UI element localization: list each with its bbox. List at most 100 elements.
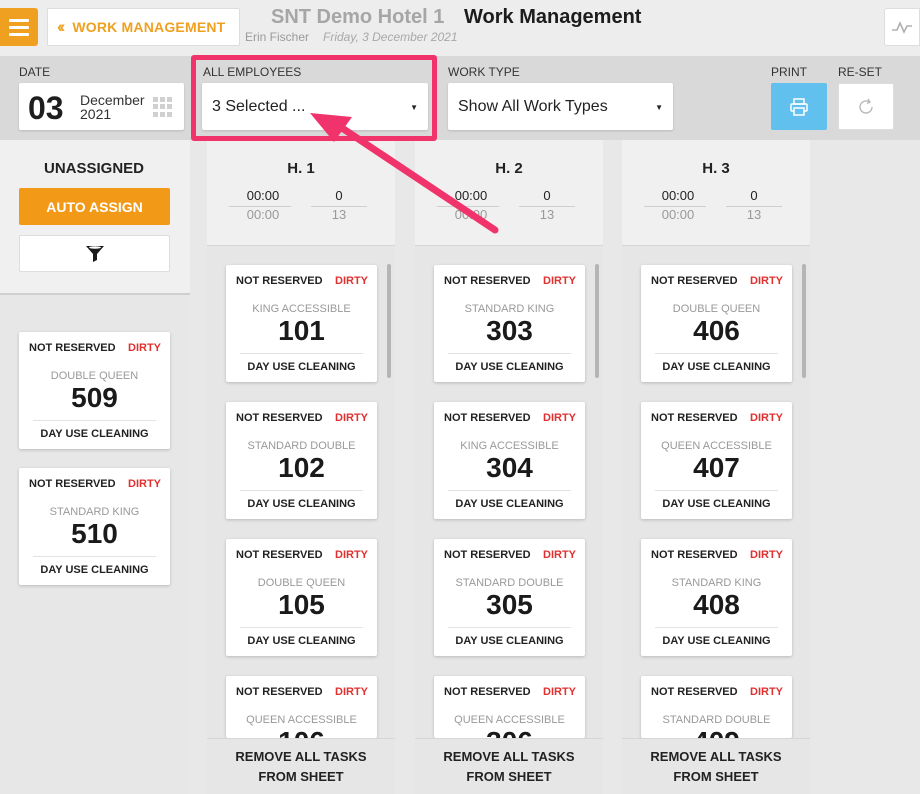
room-status: DIRTY <box>128 478 161 490</box>
task-total: 13 <box>539 207 555 222</box>
task-type: DAY USE CLEANING <box>662 635 771 647</box>
activity-button[interactable] <box>884 8 920 46</box>
task-card[interactable]: NOT RESERVED DIRTY KING ACCESSIBLE 101 D… <box>226 265 377 382</box>
room-number: 101 <box>278 315 325 346</box>
room-type: QUEEN ACCESSIBLE <box>454 714 565 726</box>
filter-funnel-icon <box>85 245 104 262</box>
room-type: STANDARD DOUBLE <box>247 440 356 452</box>
task-card[interactable]: NOT RESERVED DIRTY QUEEN ACCESSIBLE 306 <box>434 676 585 738</box>
remove-all-tasks-button[interactable]: REMOVE ALL TASKS FROM SHEET <box>207 738 395 794</box>
double-chevron-left-icon: ‹‹ <box>57 17 66 36</box>
reservation-status: NOT RESERVED <box>651 686 738 698</box>
work-type-label: WORK TYPE <box>448 65 520 79</box>
unassigned-panel: UNASSIGNED AUTO ASSIGN NOT RESERVED DIRT… <box>0 140 190 794</box>
room-type: QUEEN ACCESSIBLE <box>661 440 772 452</box>
menu-button[interactable] <box>0 8 38 46</box>
task-type: DAY USE CLEANING <box>662 498 771 510</box>
room-number: 306 <box>434 726 585 738</box>
reservation-status: NOT RESERVED <box>236 549 323 561</box>
reservation-status: NOT RESERVED <box>651 275 738 287</box>
column-name: H. 3 <box>702 160 730 177</box>
current-date: Friday, 3 December 2021 <box>323 30 458 44</box>
room-status: DIRTY <box>335 549 368 561</box>
room-type: DOUBLE QUEEN <box>672 303 761 315</box>
task-type: DAY USE CLEANING <box>455 635 564 647</box>
date-day: 03 <box>28 90 64 126</box>
column-scrollbar[interactable] <box>802 264 806 378</box>
card-divider <box>33 556 156 557</box>
room-type: STANDARD DOUBLE <box>455 577 564 589</box>
back-button[interactable]: ‹‹ WORK MANAGEMENT <box>47 8 240 46</box>
task-card[interactable]: NOT RESERVED DIRTY STANDARD KING 510 DAY… <box>19 468 170 585</box>
work-type-value: Show All Work Types <box>458 97 608 115</box>
room-type: STANDARD KING <box>464 303 555 315</box>
room-status: DIRTY <box>335 275 368 287</box>
task-card[interactable]: NOT RESERVED DIRTY STANDARD DOUBLE 409 <box>641 676 792 738</box>
activity-icon <box>892 21 912 34</box>
employee-column-h3: H. 3 00:00 00:00 0 13 NOT RESERVED DIRTY… <box>622 140 810 794</box>
room-type: DOUBLE QUEEN <box>257 577 346 589</box>
auto-assign-button[interactable]: AUTO ASSIGN <box>19 188 170 225</box>
remove-all-tasks-button[interactable]: REMOVE ALL TASKS FROM SHEET <box>622 738 810 794</box>
room-number: 305 <box>486 589 533 620</box>
date-picker[interactable]: 03 December 2021 <box>19 83 184 130</box>
task-total: 13 <box>746 207 762 222</box>
task-card[interactable]: NOT RESERVED DIRTY QUEEN ACCESSIBLE 106 <box>226 676 377 738</box>
work-type-select[interactable]: Show All Work Types ▼ <box>448 83 673 130</box>
task-card[interactable]: NOT RESERVED DIRTY STANDARD DOUBLE 102 D… <box>226 402 377 519</box>
task-type: DAY USE CLEANING <box>662 361 771 373</box>
print-button[interactable] <box>771 83 827 130</box>
room-status: DIRTY <box>335 412 368 424</box>
hamburger-icon <box>9 18 29 22</box>
task-card[interactable]: NOT RESERVED DIRTY KING ACCESSIBLE 304 D… <box>434 402 585 519</box>
date-label: DATE <box>19 65 51 79</box>
task-card[interactable]: NOT RESERVED DIRTY STANDARD KING 303 DAY… <box>434 265 585 382</box>
room-number: 407 <box>693 452 740 483</box>
print-label: PRINT <box>771 65 807 79</box>
task-card[interactable]: NOT RESERVED DIRTY STANDARD DOUBLE 305 D… <box>434 539 585 656</box>
time-planned: 00:00 <box>246 207 280 222</box>
task-type: DAY USE CLEANING <box>40 428 149 440</box>
remove-all-tasks-button[interactable]: REMOVE ALL TASKS FROM SHEET <box>415 738 603 794</box>
room-number: 102 <box>278 452 325 483</box>
reset-button[interactable] <box>838 83 894 130</box>
column-header: H. 2 00:00 00:00 0 13 <box>415 140 603 246</box>
task-card[interactable]: NOT RESERVED DIRTY DOUBLE QUEEN 105 DAY … <box>226 539 377 656</box>
column-name: H. 2 <box>495 160 523 177</box>
task-card[interactable]: NOT RESERVED DIRTY DOUBLE QUEEN 406 DAY … <box>641 265 792 382</box>
date-year: 2021 <box>80 106 112 122</box>
task-count: 0 <box>750 188 758 203</box>
room-number: 510 <box>71 518 118 549</box>
reservation-status: NOT RESERVED <box>444 549 531 561</box>
reservation-status: NOT RESERVED <box>29 342 116 354</box>
time-total: 00:00 <box>454 188 488 203</box>
printer-icon <box>790 97 808 116</box>
card-divider <box>33 420 156 421</box>
room-status: DIRTY <box>543 412 576 424</box>
filter-button[interactable] <box>19 235 170 272</box>
column-scrollbar[interactable] <box>387 264 391 378</box>
task-card[interactable]: NOT RESERVED DIRTY QUEEN ACCESSIBLE 407 … <box>641 402 792 519</box>
task-total: 13 <box>331 207 347 222</box>
room-status: DIRTY <box>750 549 783 561</box>
time-total: 00:00 <box>246 188 280 203</box>
room-status: DIRTY <box>543 686 576 698</box>
task-card[interactable]: NOT RESERVED DIRTY STANDARD KING 408 DAY… <box>641 539 792 656</box>
refresh-icon <box>859 98 873 114</box>
column-scrollbar[interactable] <box>595 264 599 378</box>
task-card[interactable]: NOT RESERVED DIRTY DOUBLE QUEEN 509 DAY … <box>19 332 170 449</box>
reservation-status: NOT RESERVED <box>444 412 531 424</box>
unassigned-list: NOT RESERVED DIRTY DOUBLE QUEEN 509 DAY … <box>0 295 190 794</box>
user-name: Erin Fischer <box>245 30 310 44</box>
column-header: H. 1 00:00 00:00 0 13 <box>207 140 395 246</box>
room-status: DIRTY <box>750 275 783 287</box>
task-type: DAY USE CLEANING <box>247 635 356 647</box>
room-number: 303 <box>486 315 533 346</box>
back-label: WORK MANAGEMENT <box>72 19 226 35</box>
app-header: ‹‹ WORK MANAGEMENT SNT Demo Hotel 1 Work… <box>0 0 920 56</box>
task-type: DAY USE CLEANING <box>455 361 564 373</box>
calendar-grid-icon <box>153 97 173 117</box>
employee-column-h1: H. 1 00:00 00:00 0 13 NOT RESERVED DIRTY… <box>207 140 395 794</box>
time-total: 00:00 <box>661 188 695 203</box>
task-type: DAY USE CLEANING <box>247 361 356 373</box>
